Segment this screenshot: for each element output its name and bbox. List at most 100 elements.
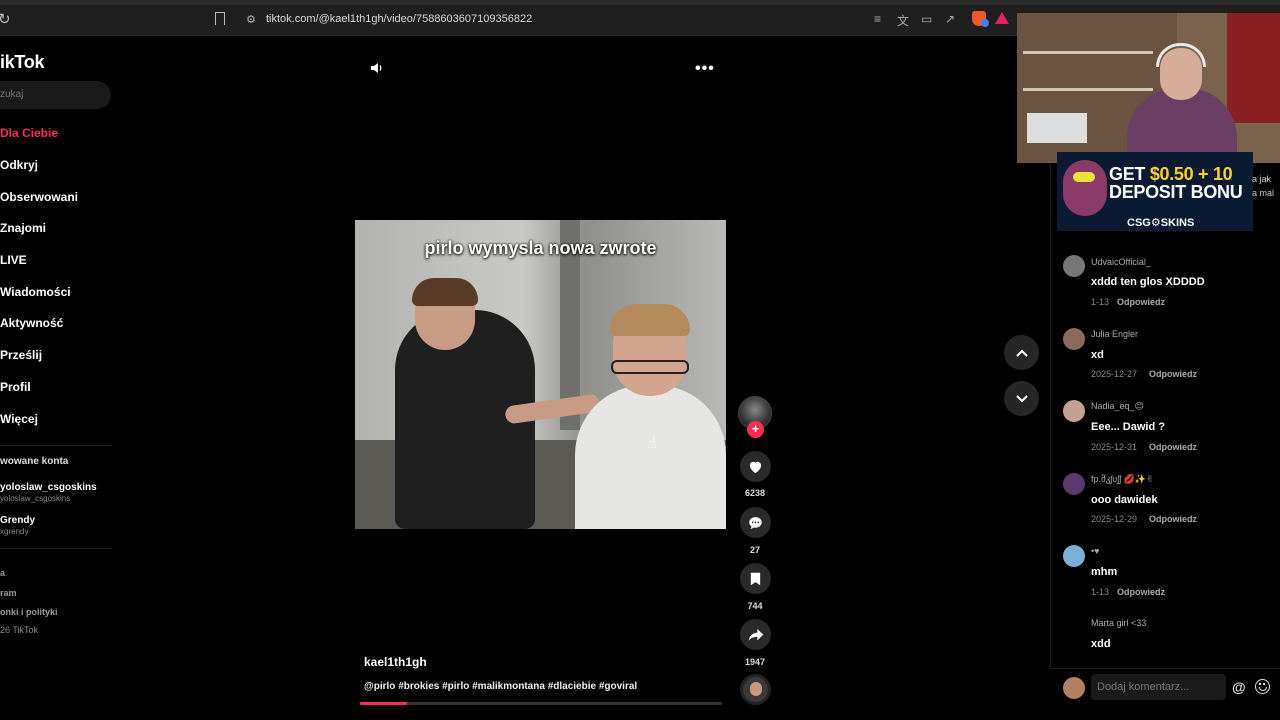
sidebar-item-live[interactable]: LIVE xyxy=(0,253,27,267)
emoji-icon[interactable] xyxy=(1255,679,1270,694)
bookmark-icon[interactable] xyxy=(215,12,225,25)
comment-username[interactable]: •♥ xyxy=(1091,546,1100,556)
sidebar-item-profile[interactable]: Profil xyxy=(0,380,31,394)
comment-username[interactable]: Nadia_eq_😊 xyxy=(1091,401,1144,412)
shields-badge-icon xyxy=(981,19,989,27)
reply-button[interactable]: Odpowiedz xyxy=(1149,514,1197,524)
comment-date: 1-13 xyxy=(1091,297,1110,307)
comment-count: 27 xyxy=(749,545,760,555)
sidebar-item-explore[interactable]: Odkryj xyxy=(0,158,38,172)
ad-mascot-icon xyxy=(1063,160,1107,216)
comment-username[interactable]: Julia Engler xyxy=(1091,329,1138,339)
sidebar-item-upload[interactable]: Prześlij xyxy=(0,348,42,362)
comment-username[interactable]: fp.მკʃυʃʃ 💋✨✌ xyxy=(1091,474,1154,485)
footer-link[interactable]: a xyxy=(0,568,5,578)
url-text[interactable]: tiktok.com/@kael1th1gh/video/75886036071… xyxy=(266,13,532,25)
site-settings-icon[interactable]: ⚙ xyxy=(246,13,256,26)
video-author[interactable]: kael1th1gh xyxy=(364,655,427,669)
next-video-button[interactable] xyxy=(1004,381,1039,416)
video-overlay-caption: pirlo wymysla nowa zwrote xyxy=(424,238,657,258)
ad-overflow-line: a mal xyxy=(1252,188,1275,198)
webcam-scene xyxy=(1227,13,1280,123)
previous-video-button[interactable] xyxy=(1004,335,1039,370)
csgoskins-ad-banner[interactable]: GET $0.50 + 10 DEPOSIT BONU CSG⚙SKINS xyxy=(1057,152,1253,231)
sidebar-item-for-you[interactable]: Dla Ciebie xyxy=(0,126,58,140)
brave-rewards-icon[interactable] xyxy=(995,12,1009,24)
sidebar-item-more[interactable]: Więcej xyxy=(0,412,38,426)
reply-button[interactable]: Odpowiedz xyxy=(1149,442,1197,452)
chevron-down-icon xyxy=(1015,394,1028,402)
reload-icon[interactable]: ↻ xyxy=(0,10,11,28)
save-count: 744 xyxy=(747,601,763,611)
comment-username[interactable]: Marta girl <33 xyxy=(1091,618,1146,628)
translate-icon[interactable]: 文 xyxy=(897,12,909,29)
footer-link[interactable]: ram xyxy=(0,588,17,598)
commenter-avatar[interactable] xyxy=(1063,473,1085,495)
music-disc-avatar[interactable] xyxy=(740,674,771,705)
comment-date: 2025-12-31 xyxy=(1091,442,1138,452)
video-player[interactable]: pirlo wymysla nowa zwrote xyxy=(355,220,726,529)
comment-username[interactable]: UdvaicOfficial_ xyxy=(1091,257,1151,267)
followed-account-name[interactable]: Grendy xyxy=(0,515,35,526)
sidebar-item-activity[interactable]: Aktywność xyxy=(0,316,63,330)
commenter-avatar[interactable] xyxy=(1063,400,1085,422)
reply-button[interactable]: Odpowiedz xyxy=(1117,587,1165,597)
followed-account-handle: xgrendy xyxy=(0,527,29,536)
mention-icon[interactable]: @ xyxy=(1232,679,1246,695)
comment-text: xddd ten glos XDDDD xyxy=(1091,276,1205,288)
volume-icon[interactable] xyxy=(370,61,384,75)
share-arrow-icon xyxy=(748,628,763,641)
cast-icon[interactable]: ▭ xyxy=(921,12,932,26)
sidebar-item-following[interactable]: Obserwowani xyxy=(0,190,78,204)
comment-icon xyxy=(749,516,762,529)
comment-input[interactable] xyxy=(1091,674,1226,700)
video-description[interactable]: @pirlo #brokies #pirlo #malikmontana #dl… xyxy=(364,681,637,692)
save-button[interactable] xyxy=(740,563,771,594)
sidebar-item-messages[interactable]: Wiadomości xyxy=(0,285,71,299)
followed-accounts-title: wowane konta xyxy=(0,456,69,467)
sidebar: ikTok zukaj Dla Ciebie Odkryj Obserwowan… xyxy=(0,36,130,720)
tab-strip xyxy=(0,0,1280,5)
comment-text: xdd xyxy=(1091,638,1111,650)
ad-mascot-eye xyxy=(1073,172,1095,182)
video-progress-fill xyxy=(360,702,408,705)
comment-button[interactable] xyxy=(740,507,771,538)
sidebar-item-friends[interactable]: Znajomi xyxy=(0,221,46,235)
comment-text: mhm xyxy=(1091,566,1118,578)
reply-button[interactable]: Odpowiedz xyxy=(1149,369,1197,379)
share-icon[interactable]: ↗ xyxy=(945,12,955,26)
chevron-up-icon xyxy=(1015,349,1028,357)
reader-mode-icon[interactable]: ≡ xyxy=(874,12,881,26)
commenter-avatar[interactable] xyxy=(1063,328,1085,350)
bookmark-icon xyxy=(750,572,761,585)
video-frame-scene xyxy=(412,278,478,306)
ad-headline-amount: $0.50 + 10 xyxy=(1149,164,1233,184)
webcam-scene xyxy=(1027,113,1087,143)
ad-overflow-text: a jak a mal xyxy=(1252,172,1274,200)
like-count: 6238 xyxy=(744,488,766,498)
comment-text: Eee... Dawid ? xyxy=(1091,421,1165,433)
comment-date: 2025-12-27 xyxy=(1091,369,1138,379)
comment-text: ooo dawidek xyxy=(1091,494,1158,506)
like-button[interactable] xyxy=(740,451,771,482)
footer-link[interactable]: onki i polityki xyxy=(0,607,58,617)
video-frame-scene xyxy=(611,360,689,374)
followed-account-name[interactable]: yoloslaw_csgoskins xyxy=(0,482,97,493)
comment-text: xd xyxy=(1091,349,1104,361)
follow-button[interactable]: + xyxy=(747,421,764,438)
streamer-webcam xyxy=(1017,13,1280,163)
video-progress-bar[interactable] xyxy=(360,702,722,705)
sidebar-divider xyxy=(0,548,112,549)
my-avatar xyxy=(1063,677,1085,699)
commenter-avatar[interactable] xyxy=(1063,545,1085,567)
reply-button[interactable]: Odpowiedz xyxy=(1117,297,1165,307)
more-options-icon[interactable]: ••• xyxy=(695,60,715,78)
heart-icon xyxy=(749,461,762,473)
share-button[interactable] xyxy=(740,619,771,650)
tiktok-logo[interactable]: ikTok xyxy=(0,52,44,73)
ad-brand: CSG⚙SKINS xyxy=(1127,217,1195,229)
commenter-avatar[interactable] xyxy=(1063,255,1085,277)
share-count: 1947 xyxy=(744,657,766,667)
search-input[interactable]: zukaj xyxy=(0,81,111,109)
webcam-scene xyxy=(1023,51,1153,54)
